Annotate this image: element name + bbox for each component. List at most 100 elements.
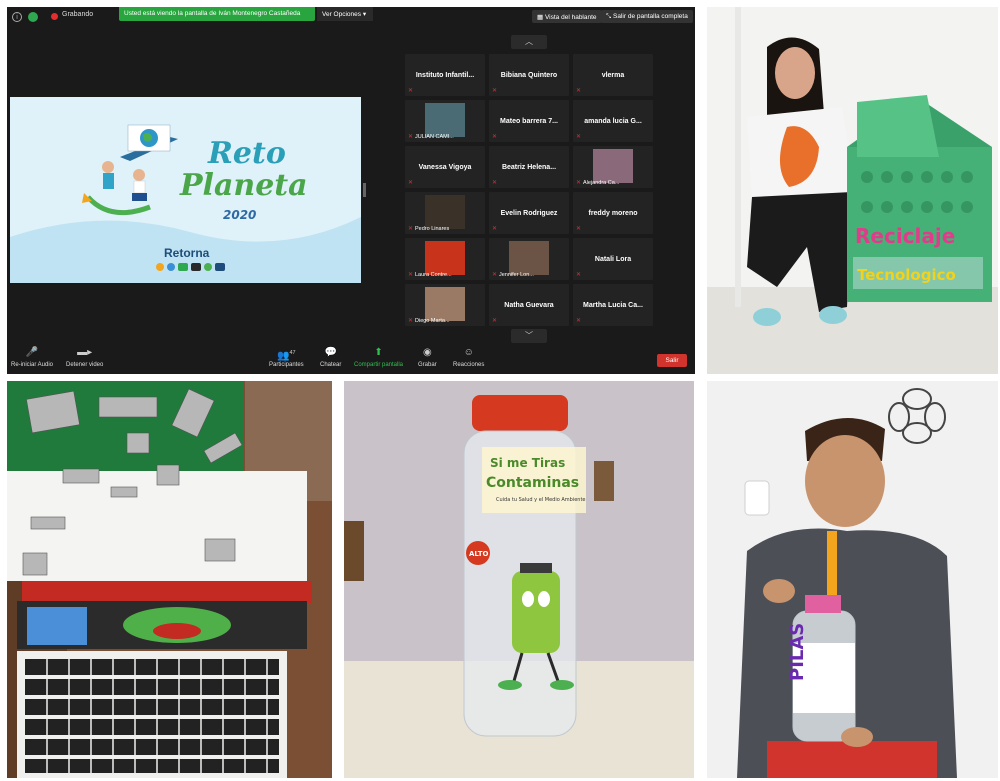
participant-tile[interactable]: Beatriz Helena... ✕ — [489, 146, 569, 188]
participant-count: 47 — [289, 350, 296, 356]
participant-tile[interactable]: amanda lucia G... ✕ — [573, 100, 653, 142]
slide-brand: Retorna — [164, 246, 210, 260]
participant-name: Mateo barrera 7... — [500, 117, 558, 125]
boy-photo-scene: PILAS — [707, 381, 998, 778]
exit-fullscreen-button[interactable]: ⤡ Salir de pantalla completa — [601, 10, 693, 23]
participant-video-thumbnail — [425, 195, 465, 229]
photo-battery-jar: Si me Tiras Contaminas Cuida tu Salud y … — [344, 381, 694, 778]
participant-tile[interactable]: Evelin Rodriguez ✕ — [489, 192, 569, 234]
girl-photo-scene: Reciclaje Tecnologico — [707, 7, 998, 374]
zoom-meeting-window: i Grabando Usted está viendo la pantalla… — [7, 7, 695, 374]
mic-muted-icon: ✕ — [408, 180, 414, 186]
participant-name: Beatriz Helena... — [501, 163, 557, 171]
participant-tile[interactable]: Diego Marta... ✕ — [405, 284, 485, 326]
participant-name: Evelin Rodriguez — [500, 209, 558, 217]
participant-name: Vanessa Vigoya — [418, 163, 472, 171]
control-label: Chatear — [320, 362, 342, 368]
light-switch — [744, 480, 770, 516]
stop-video-button[interactable]: ▬▸ Detener video — [66, 347, 103, 368]
mic-muted-icon: ✕ — [408, 272, 414, 278]
exit-fullscreen-icon: ⤡ — [606, 13, 612, 20]
child-figure — [102, 161, 114, 173]
share-screen-icon: ⬆ — [374, 347, 383, 358]
participant-caption: Pedro Linares — [415, 226, 450, 232]
scroll-down-button[interactable]: ﹀ — [511, 329, 547, 343]
control-label: Re-iniciar Audio — [11, 362, 54, 368]
scroll-up-button[interactable]: ︿ — [511, 35, 547, 49]
info-icon[interactable]: i — [12, 12, 22, 22]
bottle-cap — [805, 595, 841, 613]
participant-video-thumbnail — [425, 241, 465, 275]
participant-video-thumbnail — [425, 103, 465, 137]
reto-planeta-slide: Reto Planeta 2020 Retorna — [10, 124, 361, 283]
participant-tile[interactable]: Jennifer Lon... ✕ — [489, 238, 569, 280]
participant-caption: Laura Contre... — [415, 272, 452, 278]
mic-muted-icon: ✕ — [408, 88, 414, 94]
participant-video-thumbnail — [425, 287, 465, 321]
view-options-button[interactable]: Ver Opciones ▾ — [317, 7, 373, 21]
security-shield-icon[interactable] — [28, 12, 38, 22]
battery-character — [512, 571, 560, 653]
jar-red-lid — [472, 395, 568, 431]
zoom-top-bar: i Grabando Usted está viendo la pantalla… — [7, 7, 695, 27]
chat-button[interactable]: 💬 Chatear — [320, 347, 341, 368]
participant-tile[interactable]: Laura Contre... ✕ — [405, 238, 485, 280]
mic-muted-icon: ✕ — [408, 226, 414, 232]
record-button[interactable]: ◉ Grabar — [418, 347, 437, 368]
chevron-down-icon: ▾ — [362, 11, 367, 18]
participant-tile[interactable]: Martha Lucia Ca... ✕ — [573, 284, 653, 326]
mic-muted-icon: ✕ — [408, 134, 414, 140]
control-label: Reacciones — [453, 362, 485, 368]
participant-name: Natha Guevara — [504, 301, 554, 309]
restart-audio-button[interactable]: 🎤 Re-iniciar Audio — [11, 347, 53, 368]
mic-muted-icon: ✕ — [576, 180, 582, 186]
jar-photo-scene: Si me Tiras Contaminas Cuida tu Salud y … — [344, 381, 694, 778]
control-label: Participantes — [269, 362, 304, 368]
participant-name: Natali Lora — [594, 255, 632, 263]
participant-name: Martha Lucia Ca... — [583, 301, 643, 309]
speaker-view-button[interactable]: ▦ Vista del hablante — [532, 10, 602, 23]
face — [775, 47, 815, 99]
chat-icon: 💬 — [324, 347, 337, 358]
photo-boy-battery-bottle: PILAS — [707, 381, 998, 778]
share-screen-button[interactable]: ⬆ Compartir pantalla — [354, 347, 403, 368]
participant-name: vlerma — [601, 71, 625, 79]
participant-tile[interactable]: freddy moreno ✕ — [573, 192, 653, 234]
record-dot-icon — [51, 13, 58, 20]
participant-tile[interactable]: Mateo barrera 7... ✕ — [489, 100, 569, 142]
photo-collage: i Grabando Usted está viendo la pantalla… — [0, 0, 1000, 781]
mic-muted-icon: ✕ — [492, 134, 498, 140]
participant-video-thumbnail — [509, 241, 549, 275]
exit-fullscreen-label: Salir de pantalla completa — [613, 13, 688, 20]
box-word-reciclaje: Reciclaje — [855, 224, 955, 248]
leave-meeting-button[interactable]: Salir — [657, 354, 687, 367]
participant-tile[interactable]: Natha Guevara ✕ — [489, 284, 569, 326]
participants-button[interactable]: 👥47 Participantes — [269, 347, 304, 368]
participant-caption: Diego Marta... — [415, 318, 450, 324]
mic-muted-icon: ✕ — [576, 134, 582, 140]
hand — [841, 727, 873, 747]
share-resize-handle[interactable] — [363, 183, 366, 197]
participant-name: freddy moreno — [588, 209, 638, 217]
jar-label-line3: Cuida tu Salud y el Medio Ambiente — [496, 497, 586, 503]
participant-tile[interactable]: Alejandra Ca... ✕ — [573, 146, 653, 188]
view-options-label: Ver Opciones — [322, 11, 362, 18]
participant-tile[interactable]: vlerma ✕ — [573, 54, 653, 96]
mic-muted-icon: ✕ — [576, 226, 582, 232]
participants-icon: 👥47 — [277, 350, 296, 362]
shared-screen: Reto Planeta 2020 Retorna — [10, 97, 361, 283]
participant-tile[interactable]: Bibiana Quintero ✕ — [489, 54, 569, 96]
participant-caption: JULIAN CAMI... — [415, 134, 454, 140]
participant-tile[interactable]: Pedro Linares ✕ — [405, 192, 485, 234]
participant-tile[interactable]: JULIAN CAMI... ✕ — [405, 100, 485, 142]
mic-muted-icon: ✕ — [492, 88, 498, 94]
participant-caption: Jennifer Lon... — [499, 272, 534, 278]
jar-label-line1: Si me Tiras — [490, 456, 565, 470]
participant-tile[interactable]: Instituto Infantil... ✕ — [405, 54, 485, 96]
mic-muted-icon: ✕ — [492, 272, 498, 278]
participant-tile[interactable]: Vanessa Vigoya ✕ — [405, 146, 485, 188]
box-word-tecnologico: Tecnologico — [857, 266, 956, 284]
reactions-button[interactable]: ☺ Reacciones — [453, 347, 484, 368]
participant-name: amanda lucia G... — [584, 117, 642, 125]
participant-tile[interactable]: Natali Lora ✕ — [573, 238, 653, 280]
